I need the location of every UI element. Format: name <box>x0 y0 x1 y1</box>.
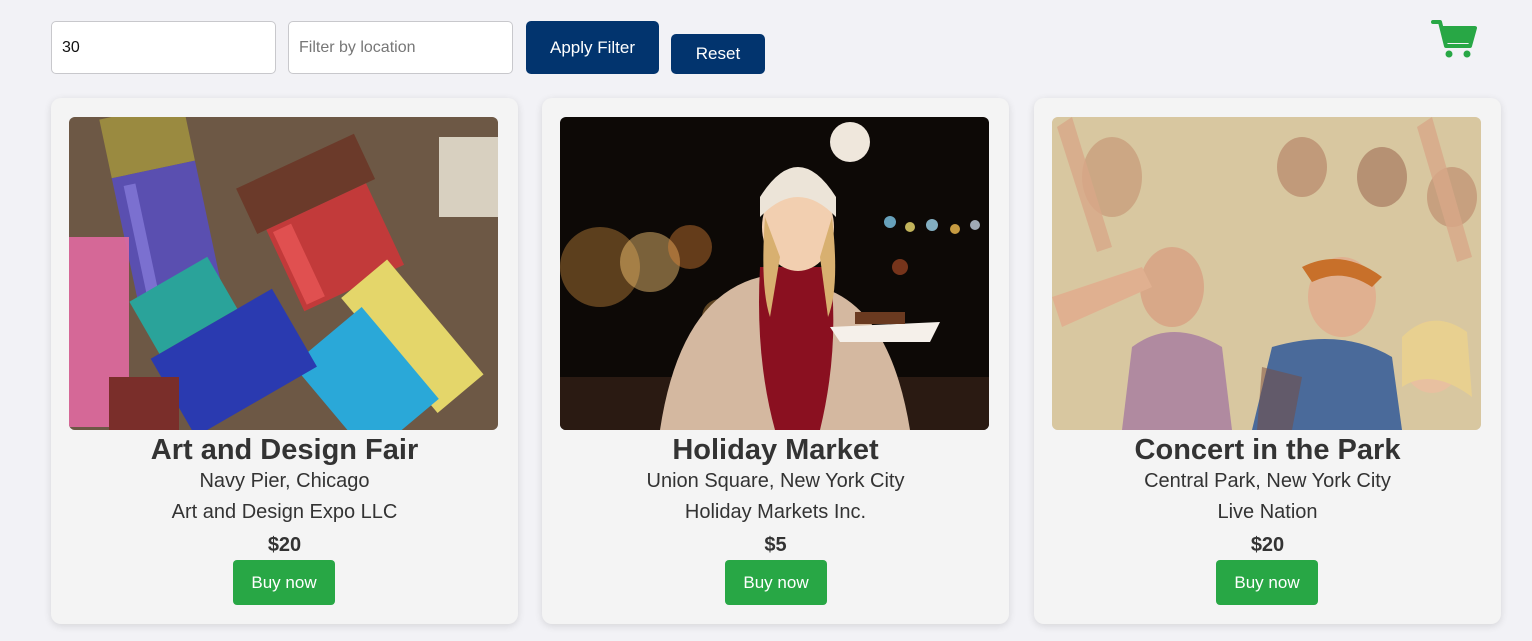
event-location: Union Square, New York City <box>646 470 905 492</box>
event-title: Art and Design Fair <box>150 434 419 466</box>
buy-now-button[interactable]: Buy now <box>1216 560 1318 605</box>
shopping-cart-icon[interactable] <box>1430 16 1478 60</box>
event-price: $20 <box>267 534 302 556</box>
event-organizer: Live Nation <box>1217 501 1318 523</box>
buy-now-button[interactable]: Buy now <box>233 560 335 605</box>
reset-button[interactable]: Reset <box>671 34 765 74</box>
apply-filter-button[interactable]: Apply Filter <box>526 21 659 74</box>
event-card: Holiday Market Union Square, New York Ci… <box>542 98 1009 624</box>
price-filter-input[interactable] <box>51 21 276 74</box>
event-card: Concert in the Park Central Park, New Yo… <box>1034 98 1501 624</box>
event-card: Art and Design Fair Navy Pier, Chicago A… <box>51 98 518 624</box>
event-price: $20 <box>1250 534 1285 556</box>
event-title: Concert in the Park <box>1134 434 1401 466</box>
event-organizer: Holiday Markets Inc. <box>684 501 867 523</box>
buy-now-button[interactable]: Buy now <box>725 560 827 605</box>
concert-crowd-photo <box>1052 117 1481 430</box>
event-title: Holiday Market <box>672 434 879 466</box>
paint-brushes-photo <box>69 117 498 430</box>
location-filter-input[interactable] <box>288 21 513 74</box>
woman-at-holiday-market-photo <box>560 117 989 430</box>
filter-bar: Apply Filter Reset <box>0 0 1532 90</box>
event-location: Central Park, New York City <box>1144 470 1391 492</box>
event-location: Navy Pier, Chicago <box>199 470 370 492</box>
event-organizer: Art and Design Expo LLC <box>171 501 398 523</box>
event-price: $5 <box>764 534 787 556</box>
